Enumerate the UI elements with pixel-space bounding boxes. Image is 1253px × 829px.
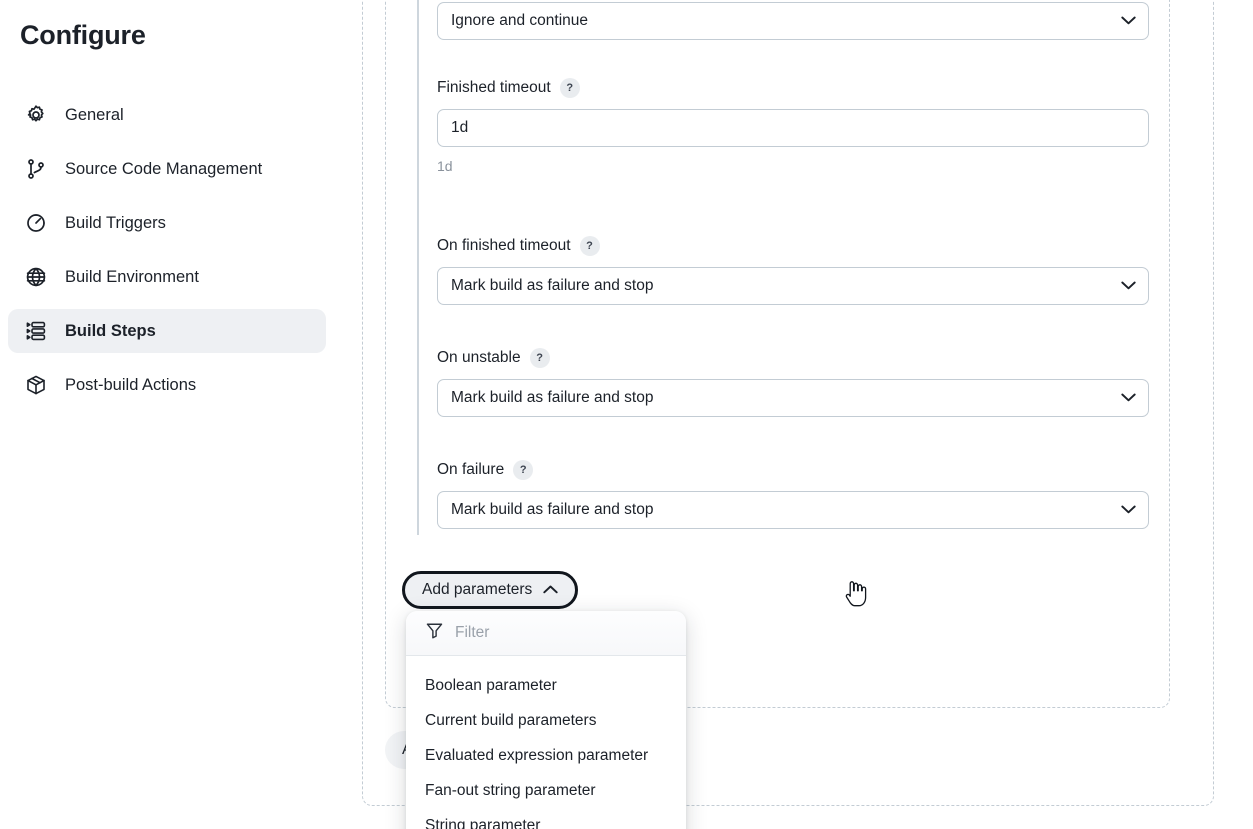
chevron-down-icon — [1121, 389, 1136, 407]
menu-item-fan-out-string-parameter[interactable]: Fan-out string parameter — [406, 773, 686, 808]
on-failure-label: On failure ? — [437, 460, 1149, 480]
form-group-rail — [417, 0, 419, 535]
sidebar-item-build-steps[interactable]: Build Steps — [8, 309, 326, 353]
chevron-down-icon — [1121, 277, 1136, 295]
sidebar-item-label: General — [65, 105, 124, 124]
parameter-dropdown-menu: Boolean parameter Current build paramete… — [406, 611, 686, 829]
chevron-down-icon — [1121, 12, 1136, 30]
package-icon — [24, 373, 48, 397]
field-label-text: Finished timeout — [437, 79, 551, 96]
finished-timeout-label: Finished timeout ? — [437, 78, 1149, 98]
filter-row — [406, 611, 686, 656]
globe-icon — [24, 265, 48, 289]
sidebar-item-build-environment[interactable]: Build Environment — [8, 255, 326, 299]
sidebar-item-label: Build Triggers — [65, 213, 166, 232]
menu-item-boolean-parameter[interactable]: Boolean parameter — [406, 668, 686, 703]
sidebar-item-label: Source Code Management — [65, 159, 263, 178]
sidebar-item-source-code-management[interactable]: Source Code Management — [8, 147, 326, 191]
sidebar-item-build-triggers[interactable]: Build Triggers — [8, 201, 326, 245]
gear-icon — [24, 103, 48, 127]
add-parameters-button[interactable]: Add parameters — [402, 571, 579, 609]
menu-item-string-parameter[interactable]: String parameter — [406, 808, 686, 829]
help-icon[interactable]: ? — [513, 460, 534, 480]
sidebar-item-label: Post-build Actions — [65, 375, 197, 394]
git-branch-icon — [24, 157, 48, 181]
sidebar-item-general[interactable]: General — [8, 93, 326, 137]
help-icon[interactable]: ? — [529, 348, 550, 368]
finished-timeout-input[interactable]: 1d — [437, 109, 1149, 147]
on-failure-select[interactable]: Mark build as failure and stop — [437, 491, 1149, 529]
on-error-select[interactable]: Ignore and continue — [437, 2, 1149, 40]
chevron-down-icon — [1121, 501, 1136, 519]
configure-page: Configure General Source Code Management… — [0, 0, 1253, 829]
help-icon[interactable]: ? — [579, 236, 600, 256]
on-finished-timeout-value: Mark build as failure and stop — [451, 277, 654, 294]
parameter-menu-list: Boolean parameter Current build paramete… — [406, 656, 686, 829]
clock-icon — [24, 211, 48, 235]
menu-item-evaluated-expression-parameter[interactable]: Evaluated expression parameter — [406, 738, 686, 773]
menu-item-current-build-parameters[interactable]: Current build parameters — [406, 703, 686, 738]
on-failure-value: Mark build as failure and stop — [451, 501, 654, 518]
field-label-text: On unstable — [437, 349, 521, 366]
page-title: Configure — [20, 20, 146, 50]
add-parameters-label: Add parameters — [422, 581, 533, 598]
on-finished-timeout-select[interactable]: Mark build as failure and stop — [437, 267, 1149, 305]
sidebar-nav: General Source Code Management Build Tri… — [8, 93, 326, 417]
sidebar-item-label: Build Steps — [65, 321, 156, 340]
on-unstable-label: On unstable ? — [437, 348, 1149, 368]
funnel-icon — [425, 621, 444, 645]
finished-timeout-helper: 1d — [437, 158, 453, 174]
main-panel: Ignore and continue Finished timeout ? 1… — [340, 0, 1253, 829]
field-label-text: On failure — [437, 461, 505, 478]
on-finished-timeout-label: On finished timeout ? — [437, 236, 1149, 256]
on-unstable-value: Mark build as failure and stop — [451, 389, 654, 406]
sidebar-item-label: Build Environment — [65, 267, 199, 286]
sidebar-item-post-build-actions[interactable]: Post-build Actions — [8, 363, 326, 407]
finished-timeout-value: 1d — [451, 119, 469, 136]
sidebar: Configure General Source Code Management… — [0, 0, 340, 829]
on-error-value: Ignore and continue — [451, 12, 589, 29]
chevron-up-icon — [543, 581, 558, 599]
list-steps-icon — [24, 319, 48, 343]
field-label-text: On finished timeout — [437, 237, 571, 254]
help-icon[interactable]: ? — [559, 78, 580, 98]
on-unstable-select[interactable]: Mark build as failure and stop — [437, 379, 1149, 417]
filter-input[interactable] — [455, 624, 645, 642]
